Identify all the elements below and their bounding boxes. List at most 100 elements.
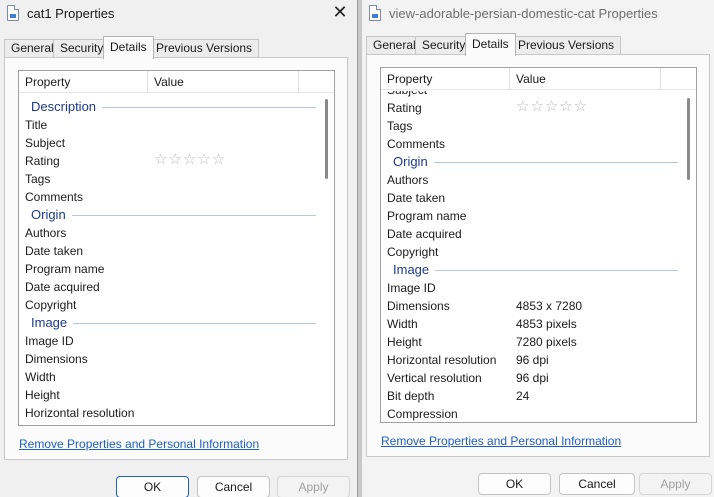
cancel-button[interactable]: Cancel: [197, 476, 270, 497]
column-header-property[interactable]: Property: [387, 68, 432, 90]
column-header-property[interactable]: Property: [25, 71, 70, 93]
property-row[interactable]: Tags: [19, 170, 320, 188]
group-header-image: Image: [19, 314, 320, 332]
property-row[interactable]: Comments: [381, 135, 682, 153]
property-name: Bit depth: [387, 389, 435, 403]
title-bar: cat1 Properties ✕: [0, 0, 357, 28]
dialog-title: cat1 Properties: [27, 6, 115, 21]
scrollbar-thumb[interactable]: [325, 99, 328, 179]
remove-properties-link[interactable]: Remove Properties and Personal Informati…: [19, 437, 259, 451]
property-row[interactable]: Width: [19, 368, 320, 386]
ok-button[interactable]: OK: [116, 476, 189, 497]
property-row[interactable]: Height 7280 pixels: [381, 333, 682, 351]
property-row[interactable]: Program name: [381, 207, 682, 225]
property-name: Authors: [387, 173, 429, 187]
property-row[interactable]: Copyright: [381, 243, 682, 261]
property-row[interactable]: Height: [19, 386, 320, 404]
cancel-button[interactable]: Cancel: [559, 473, 635, 495]
property-name: Vertical resolution: [387, 371, 482, 385]
property-list[interactable]: Property Value Subject Rating ☆☆☆☆☆ Tags Com…: [380, 67, 697, 423]
property-row[interactable]: Date acquired: [19, 278, 320, 296]
group-label: Origin: [31, 206, 72, 224]
group-label: Image: [31, 314, 74, 332]
property-value: 4853 pixels: [516, 317, 577, 331]
property-name: Tags: [25, 172, 51, 186]
tab-security[interactable]: Security: [53, 39, 111, 58]
property-row[interactable]: Compression: [381, 405, 682, 422]
property-row[interactable]: Date acquired: [381, 225, 682, 243]
tab-security[interactable]: Security: [415, 36, 473, 55]
column-header-value[interactable]: Value: [154, 71, 184, 93]
property-name: Horizontal resolution: [387, 353, 497, 367]
property-row[interactable]: Subject: [19, 134, 320, 152]
tab-previous-versions[interactable]: Previous Versions: [149, 39, 260, 58]
property-row[interactable]: Title: [19, 116, 320, 134]
vertical-scrollbar[interactable]: [682, 90, 696, 422]
apply-button[interactable]: Apply: [639, 473, 712, 495]
property-row[interactable]: Vertical resolution 96 dpi: [381, 369, 682, 387]
property-rows: Subject Rating ☆☆☆☆☆ Tags Comments Origin Auth…: [381, 91, 682, 422]
property-row[interactable]: Horizontal resolution 96 dpi: [381, 351, 682, 369]
property-name: Comments: [25, 190, 84, 204]
property-name: Copyright: [25, 298, 77, 312]
property-row[interactable]: Rating ☆☆☆☆☆: [381, 98, 682, 117]
property-row[interactable]: Width 4853 pixels: [381, 315, 682, 333]
property-row[interactable]: Dimensions: [19, 350, 320, 368]
dialog-title: view-adorable-persian-domestic-cat Prope…: [389, 6, 658, 21]
property-row[interactable]: Program name: [19, 260, 320, 278]
property-row[interactable]: Dimensions 4853 x 7280: [381, 297, 682, 315]
property-value: 96 dpi: [516, 353, 549, 367]
apply-button[interactable]: Apply: [277, 476, 350, 497]
group-divider: [73, 323, 316, 324]
group-divider: [71, 215, 316, 216]
remove-properties-link[interactable]: Remove Properties and Personal Informati…: [381, 434, 621, 448]
star-rating[interactable]: ☆☆☆☆☆: [154, 151, 226, 169]
list-header: Property Value: [19, 71, 334, 93]
property-name: Date acquired: [25, 280, 100, 294]
scrollbar-thumb[interactable]: [687, 98, 690, 180]
property-list[interactable]: Property Value Description Title Subject Ra…: [18, 70, 335, 426]
image-file-icon: [7, 5, 19, 21]
property-row[interactable]: Image ID: [19, 332, 320, 350]
tab-details[interactable]: Details: [103, 36, 154, 59]
property-row[interactable]: Copyright: [19, 296, 320, 314]
property-name: Date taken: [25, 244, 84, 258]
property-row[interactable]: Date taken: [19, 242, 320, 260]
property-row[interactable]: Comments: [19, 188, 320, 206]
property-name: Program name: [387, 209, 467, 223]
property-row[interactable]: Authors: [19, 224, 320, 242]
details-panel: Property Value Description Title Subject Ra…: [4, 57, 348, 460]
close-icon[interactable]: ✕: [329, 3, 351, 23]
list-header: Property Value: [381, 68, 696, 90]
property-name: Height: [387, 335, 422, 349]
group-label: Origin: [393, 153, 434, 171]
property-row[interactable]: Date taken: [381, 189, 682, 207]
property-name: Dimensions: [387, 299, 450, 313]
vertical-scrollbar[interactable]: [320, 93, 334, 425]
group-header-origin: Origin: [19, 206, 320, 224]
tab-details[interactable]: Details: [465, 33, 516, 56]
details-panel: Property Value Subject Rating ☆☆☆☆☆ Tags Com…: [366, 54, 710, 457]
property-name: Horizontal resolution: [25, 406, 135, 420]
property-name: Tags: [387, 119, 413, 133]
properties-dialog-persian-cat: view-adorable-persian-domestic-cat Prope…: [362, 0, 714, 497]
property-name: Compression: [387, 407, 458, 421]
property-row[interactable]: Image ID: [381, 279, 682, 297]
group-divider: [435, 270, 678, 271]
tab-previous-versions[interactable]: Previous Versions: [511, 36, 622, 55]
property-name: Program name: [25, 262, 105, 276]
property-row[interactable]: Authors: [381, 171, 682, 189]
property-name: Comments: [387, 137, 446, 151]
group-label: Description: [31, 98, 103, 116]
star-rating[interactable]: ☆☆☆☆☆: [516, 98, 588, 116]
property-name: Dimensions: [25, 352, 88, 366]
property-name: Date taken: [387, 191, 446, 205]
ok-button[interactable]: OK: [478, 473, 551, 495]
property-row[interactable]: Tags: [381, 117, 682, 135]
properties-dialog-cat1: cat1 Properties ✕ General Security Detai…: [0, 0, 358, 497]
property-row[interactable]: Horizontal resolution: [19, 404, 320, 422]
column-header-value[interactable]: Value: [516, 68, 546, 90]
property-row[interactable]: Bit depth 24: [381, 387, 682, 405]
property-row[interactable]: Rating ☆☆☆☆☆: [19, 151, 320, 170]
property-name: Width: [25, 370, 56, 384]
